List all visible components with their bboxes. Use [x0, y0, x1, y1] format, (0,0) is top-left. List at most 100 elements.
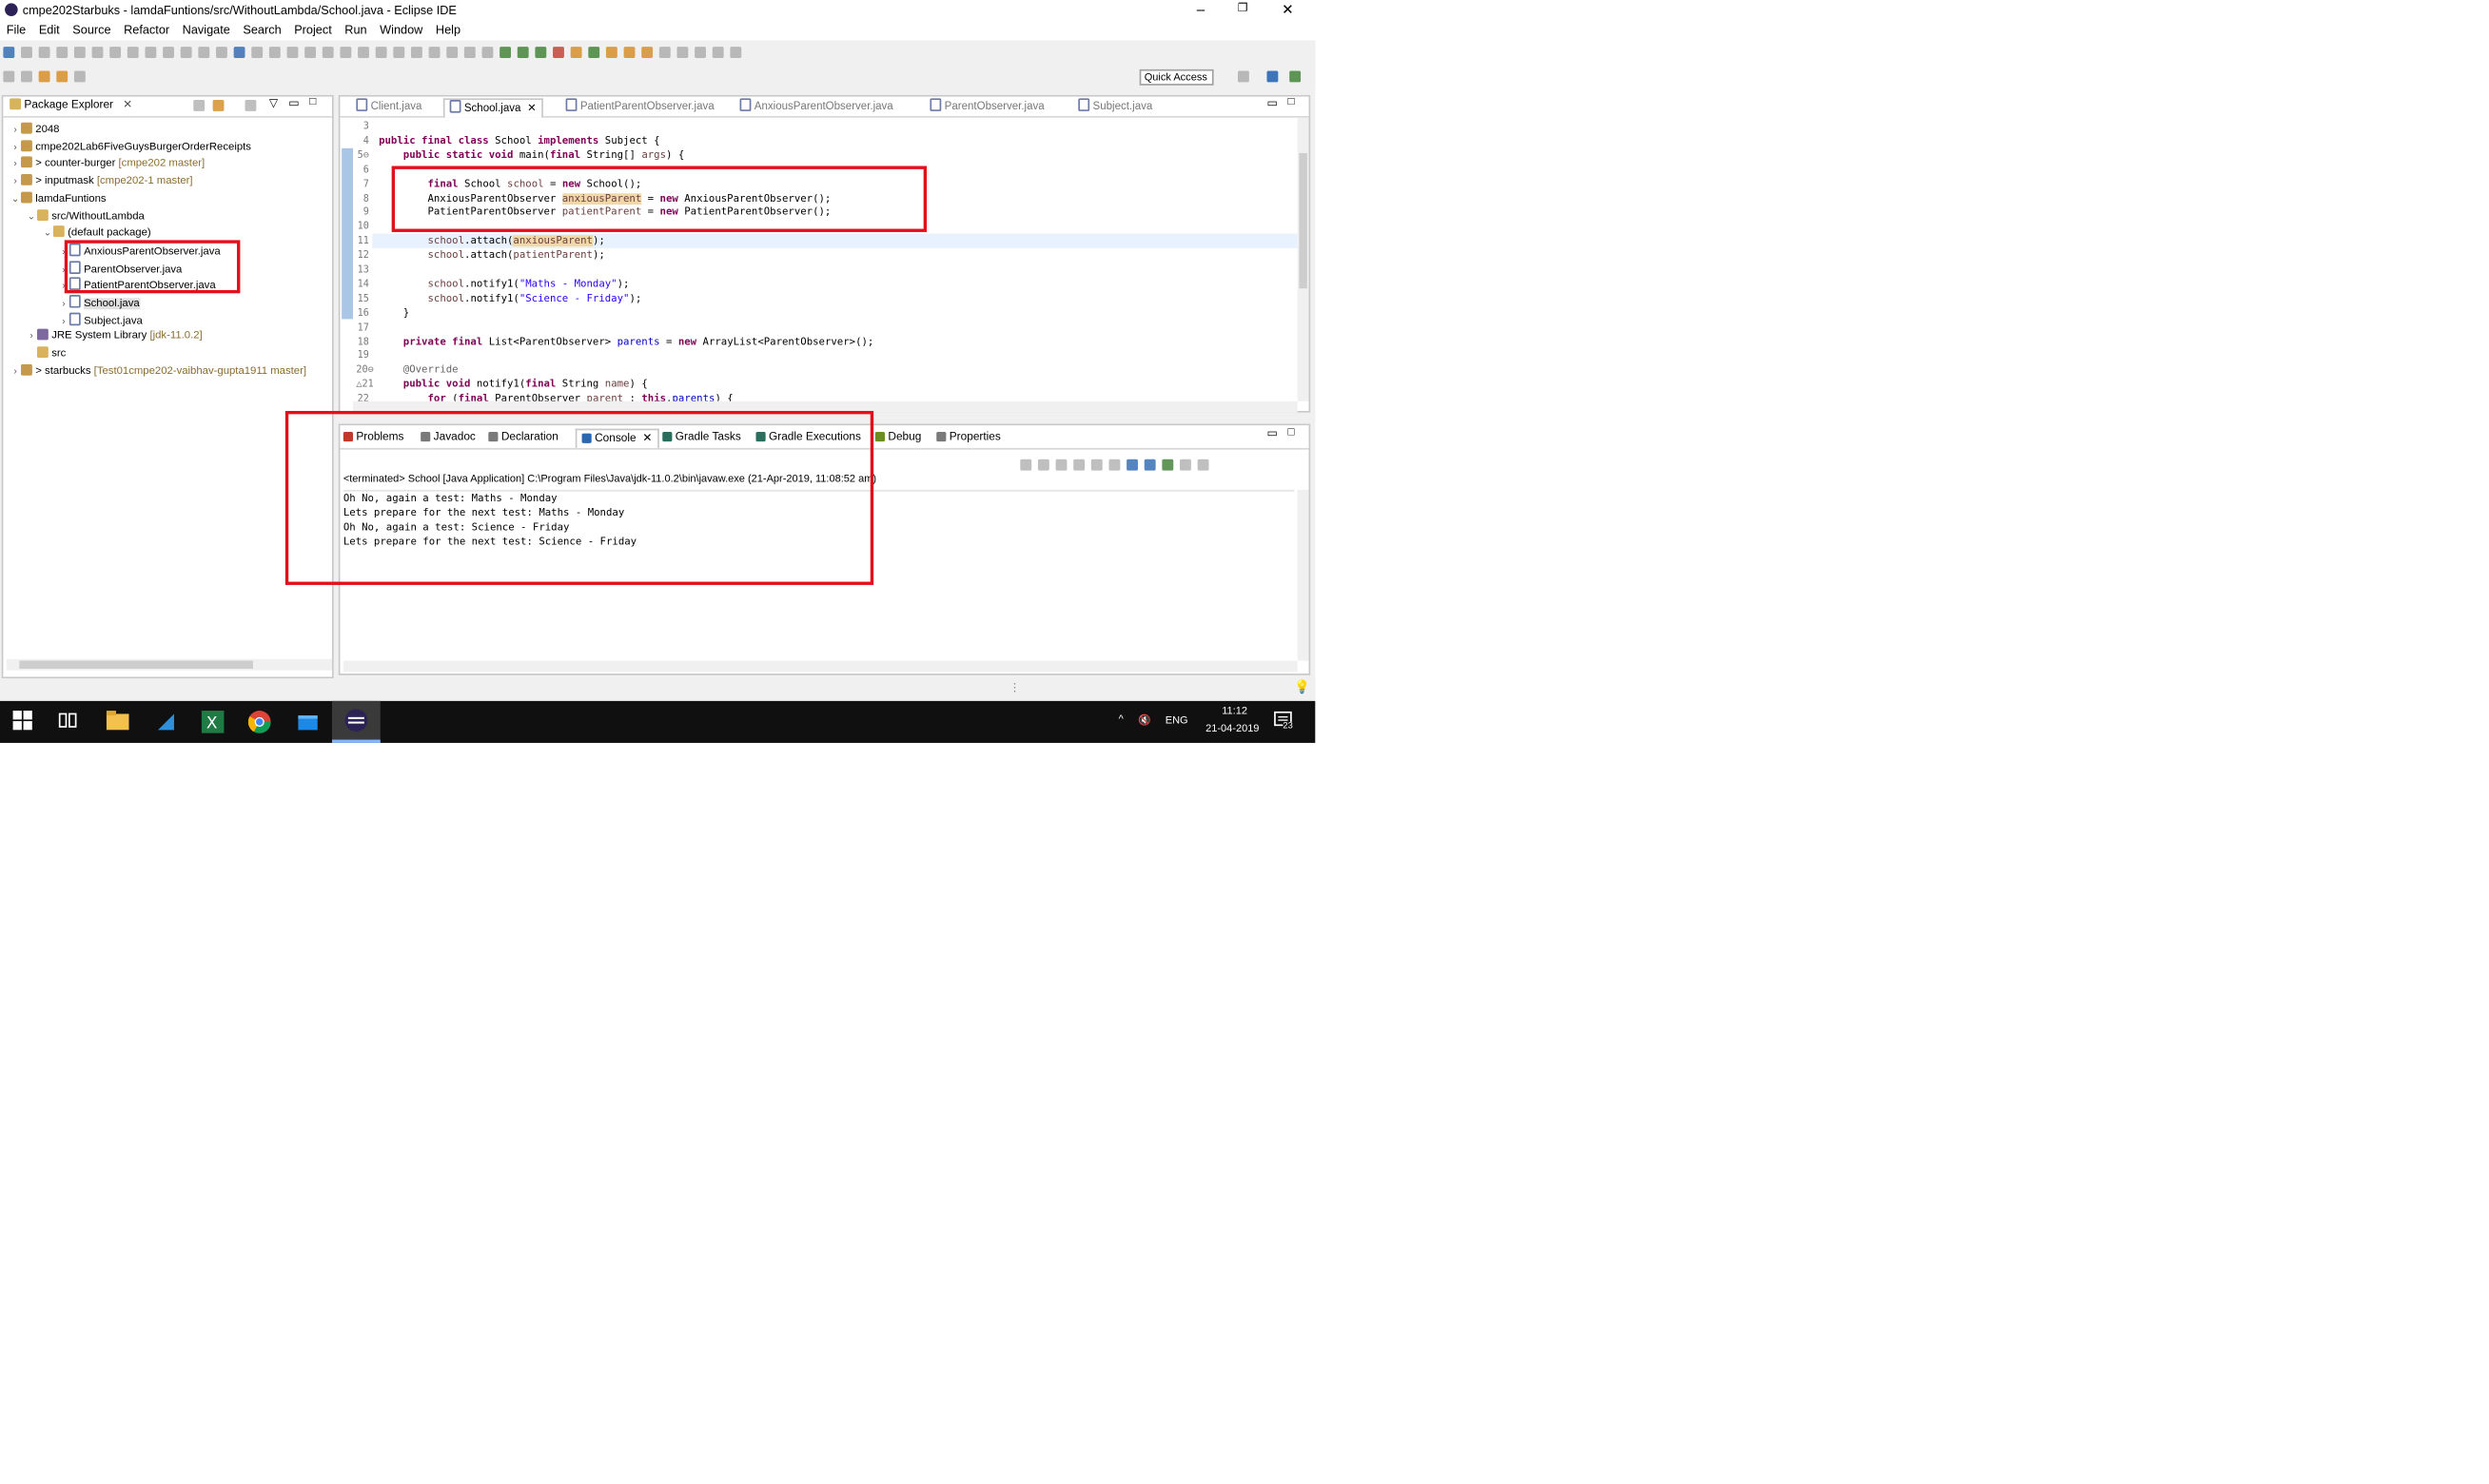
console-horizontal-scrollbar[interactable]	[343, 660, 1298, 673]
watch-icon[interactable]	[358, 47, 369, 58]
tip-lightbulb-icon[interactable]: 💡	[1294, 680, 1310, 694]
console-vertical-scrollbar[interactable]	[1297, 489, 1309, 661]
misc-2-icon[interactable]	[712, 47, 724, 58]
minimize-view-icon[interactable]: ▭	[288, 97, 299, 109]
tree-item[interactable]: src	[26, 346, 66, 363]
pin-icon[interactable]	[676, 47, 689, 58]
windows-start-icon[interactable]	[12, 711, 36, 733]
tree-item[interactable]: › School.java	[58, 295, 140, 312]
debug-perspective-icon[interactable]	[1289, 70, 1302, 83]
menu-run[interactable]: Run	[339, 21, 374, 40]
save-icon[interactable]	[21, 47, 32, 58]
java-perspective-icon[interactable]	[1266, 70, 1279, 83]
last-edit-icon[interactable]	[3, 70, 15, 83]
eclipse-taskbar-button[interactable]	[331, 700, 381, 743]
editor-tab[interactable]: School.java ✕	[442, 98, 543, 118]
maximize-editor-icon[interactable]: □	[1288, 97, 1295, 108]
tree-twisty-icon[interactable]: ›	[26, 329, 37, 346]
step-over-icon[interactable]	[180, 47, 192, 58]
editor-tab[interactable]: Subject.java	[1078, 98, 1152, 116]
tree-twisty-icon[interactable]: ›	[10, 123, 21, 140]
connect-icon[interactable]	[410, 47, 422, 58]
tree-twisty-icon[interactable]: ›	[10, 363, 21, 381]
external-tools-icon[interactable]	[553, 47, 564, 58]
run-icon[interactable]	[517, 47, 529, 58]
pin-console-icon[interactable]	[1162, 459, 1174, 471]
close-tab-icon[interactable]: ✕	[123, 100, 132, 111]
tree-item[interactable]: ⌄ lamdaFuntions	[10, 191, 107, 208]
back-icon[interactable]	[38, 70, 50, 83]
open-type-icon[interactable]	[605, 47, 617, 58]
minimize-panel-icon[interactable]: ▭	[1266, 427, 1277, 440]
excel-icon[interactable]: X	[201, 711, 225, 733]
editor-tab[interactable]: ParentObserver.java	[930, 98, 1045, 116]
disconnect-icon[interactable]	[145, 47, 157, 58]
shape-icon[interactable]	[428, 47, 441, 58]
run-as-icon[interactable]	[535, 47, 547, 58]
chrome-icon[interactable]	[247, 711, 271, 733]
menu-source[interactable]: Source	[67, 21, 118, 40]
triangle-icon[interactable]	[375, 47, 387, 58]
open-perspective-icon[interactable]	[1237, 70, 1249, 83]
horizontal-scrollbar[interactable]	[6, 658, 332, 671]
open-folder-icon[interactable]	[623, 47, 636, 58]
tab-properties[interactable]: Properties	[936, 429, 1001, 447]
tree-item[interactable]: › > inputmask [cmpe202-1 master]	[10, 174, 193, 191]
show-stderr-icon[interactable]	[1144, 459, 1156, 471]
close-tab-icon[interactable]: ✕	[527, 103, 537, 114]
tree-item[interactable]: › 2048	[10, 122, 59, 140]
tree-twisty-icon[interactable]: ⌄	[42, 225, 53, 243]
tree-twisty-icon[interactable]: ›	[10, 157, 21, 174]
mark-occurrences-icon[interactable]	[233, 47, 245, 58]
tray-chevron-icon[interactable]: ^	[1119, 713, 1124, 725]
quick-access-input[interactable]: Quick Access	[1139, 68, 1214, 86]
dot-icon[interactable]	[393, 47, 405, 58]
minimize-button[interactable]: –	[1180, 0, 1222, 21]
tasks-icon[interactable]	[641, 47, 654, 58]
tree-item[interactable]: ⌄ src/WithoutLambda	[26, 208, 145, 225]
minimize-editor-icon[interactable]: ▭	[1266, 97, 1277, 109]
new-java-project-icon[interactable]	[570, 47, 582, 58]
scrollbar-thumb[interactable]	[19, 660, 253, 670]
tree-twisty-icon[interactable]: ›	[58, 297, 69, 314]
maximize-button[interactable]: ❐	[1222, 0, 1264, 21]
clock-date[interactable]: 21-04-2019	[1205, 724, 1259, 735]
open-console-icon[interactable]	[1197, 459, 1209, 471]
back-arrow-icon[interactable]	[56, 70, 69, 83]
remove-launch-icon[interactable]	[1037, 459, 1049, 471]
show-stdout-icon[interactable]	[1127, 459, 1138, 471]
clock-time[interactable]: 11:12	[1215, 706, 1254, 717]
tree-twisty-icon[interactable]: ⌄	[10, 191, 21, 208]
menu-file[interactable]: File	[0, 21, 32, 40]
display-console-icon[interactable]	[1180, 459, 1191, 471]
debug-skip-icon[interactable]	[73, 47, 86, 58]
menu-window[interactable]: Window	[373, 21, 429, 40]
file-explorer-icon[interactable]	[106, 711, 129, 733]
editor-tab[interactable]: Client.java	[356, 98, 421, 116]
menu-navigate[interactable]: Navigate	[176, 21, 237, 40]
misc-1-icon[interactable]	[695, 47, 706, 58]
word-wrap-icon[interactable]	[251, 47, 264, 58]
annotation-prev-icon[interactable]	[322, 47, 334, 58]
code-editor[interactable]: 3 4 public final class School implements S…	[340, 119, 1290, 401]
scroll-lock-icon[interactable]	[1090, 459, 1103, 471]
collapse-all-icon[interactable]	[193, 100, 206, 111]
menu-project[interactable]: Project	[287, 21, 338, 40]
misc-3-icon[interactable]	[730, 47, 742, 58]
settings-icon[interactable]	[500, 47, 511, 58]
editor-tab[interactable]: AnxiousParentObserver.java	[739, 98, 893, 116]
tree-item[interactable]: › > counter-burger [cmpe202 master]	[10, 156, 205, 174]
tree-item[interactable]: › Subject.java	[58, 312, 143, 329]
new-class-icon[interactable]	[588, 47, 600, 58]
editor-vertical-scrollbar[interactable]	[1297, 117, 1309, 401]
editor-tab[interactable]: PatientParentObserver.java	[565, 98, 715, 116]
tree-twisty-icon[interactable]: ›	[10, 140, 21, 157]
tree-item[interactable]: › cmpe202Lab6FiveGuysBurgerOrderReceipts	[10, 139, 251, 157]
print-icon[interactable]	[56, 47, 69, 58]
step-return-icon[interactable]	[198, 47, 210, 58]
menu-search[interactable]: Search	[237, 21, 288, 40]
maximize-panel-icon[interactable]: □	[1288, 427, 1295, 439]
tree-twisty-icon[interactable]: ⌄	[26, 208, 37, 225]
tab-package-explorer[interactable]: Package Explorer ✕	[10, 98, 132, 114]
menu-edit[interactable]: Edit	[32, 21, 66, 40]
